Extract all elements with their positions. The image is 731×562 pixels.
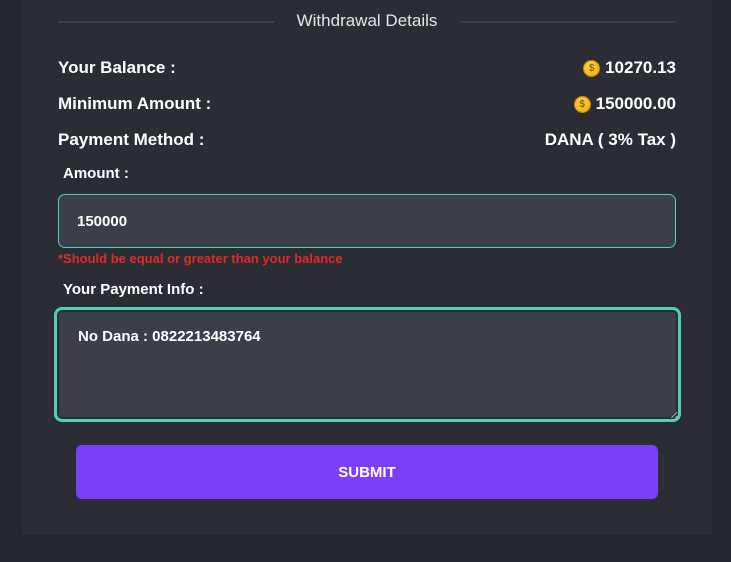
divider-right — [460, 21, 676, 23]
balance-label: Your Balance : — [58, 58, 176, 77]
payment-info-textarea[interactable]: No Dana : 0822213483764 — [55, 308, 680, 421]
balance-value: 10270.13 — [605, 58, 676, 77]
submit-button[interactable]: SUBMIT — [76, 445, 658, 499]
coin-icon: $ — [573, 95, 591, 113]
minimum-label: Minimum Amount : — [58, 94, 212, 113]
method-row: Payment Method : DANA ( 3% Tax ) — [58, 128, 676, 152]
amount-error: *Should be equal or greater than your ba… — [58, 251, 343, 266]
minimum-value-group: $ 150000.00 — [573, 94, 676, 114]
method-value: DANA ( 3% Tax ) — [544, 130, 676, 149]
amount-label: Amount : — [63, 165, 129, 182]
balance-value-group: $ 10270.13 — [583, 58, 676, 78]
minimum-value: 150000.00 — [595, 94, 676, 113]
minimum-row: Minimum Amount : $ 150000.00 — [58, 92, 676, 116]
section-header: Withdrawal Details — [58, 10, 676, 34]
payment-info-label: Your Payment Info : — [63, 281, 204, 298]
balance-row: Your Balance : $ 10270.13 — [58, 56, 676, 80]
coin-icon: $ — [583, 59, 601, 77]
amount-input[interactable] — [58, 194, 676, 248]
method-label: Payment Method : — [58, 130, 205, 149]
